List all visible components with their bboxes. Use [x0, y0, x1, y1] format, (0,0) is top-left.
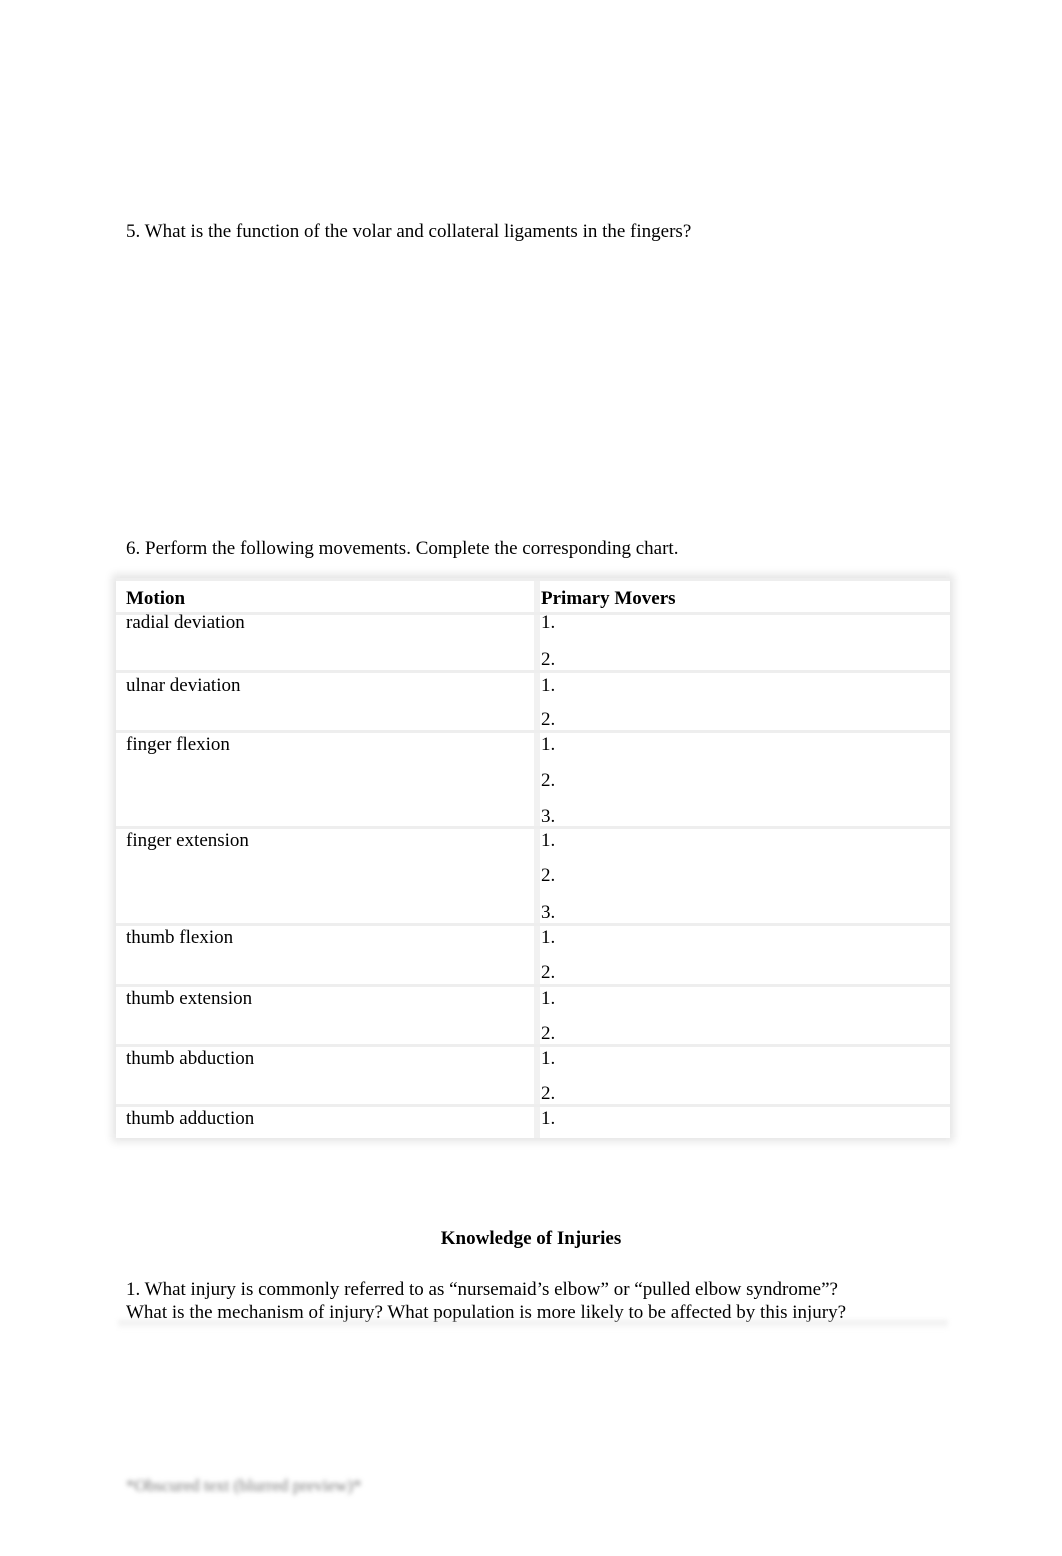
mover-line: 1.: [541, 734, 556, 755]
mover-line: 1.: [541, 988, 556, 1009]
table-row: thumb extension 1. 2.: [116, 984, 950, 1047]
mover-line: 2.: [541, 962, 556, 983]
table-row: finger extension 1. 2. 3.: [116, 826, 950, 926]
injury-question-1-line-1: 1. What injury is commonly referred to a…: [126, 1279, 838, 1300]
mover-line: 3.: [541, 806, 556, 827]
mover-line: 1.: [541, 612, 556, 633]
mover-line: 1.: [541, 1048, 556, 1069]
motion-cell: ulnar deviation: [126, 675, 241, 696]
mover-line: 2.: [541, 709, 556, 730]
mover-line: 1.: [541, 1108, 556, 1129]
mover-line: 2.: [541, 865, 556, 886]
motion-cell: finger extension: [126, 830, 249, 851]
table-row: thumb abduction 1. 2.: [116, 1044, 950, 1107]
blur-divider: [118, 1320, 948, 1330]
motion-cell: thumb adduction: [126, 1108, 255, 1129]
table-row: finger flexion 1. 2. 3.: [116, 730, 950, 829]
table-row: thumb adduction 1.: [116, 1104, 950, 1141]
mover-line: 3.: [541, 902, 556, 923]
table-row: thumb flexion 1. 2.: [116, 923, 950, 987]
motion-cell: thumb flexion: [126, 927, 234, 948]
header-motion: Motion: [126, 588, 186, 609]
mover-line: 2.: [541, 1023, 556, 1044]
motion-cell: radial deviation: [126, 612, 245, 633]
section-title-knowledge-of-injuries: Knowledge of Injuries: [440, 1228, 622, 1249]
question-6: 6. Perform the following movements. Comp…: [126, 538, 679, 559]
mover-line: 1.: [541, 830, 556, 851]
header-primary-movers: Primary Movers: [541, 588, 676, 609]
motion-cell: thumb extension: [126, 988, 253, 1009]
mover-line: 1.: [541, 927, 556, 948]
question-5: 5. What is the function of the volar and…: [126, 221, 692, 242]
table-row: radial deviation 1. 2.: [116, 612, 950, 673]
blurred-text: *Obscured text (blurred preview)*: [126, 1476, 362, 1495]
mover-line: 1.: [541, 675, 556, 696]
mover-line: 2.: [541, 649, 556, 670]
mover-line: 2.: [541, 770, 556, 791]
chart-header-row: Motion Primary Movers: [116, 578, 950, 615]
table-row: ulnar deviation 1. 2.: [116, 670, 950, 733]
motion-cell: finger flexion: [126, 734, 230, 755]
movements-chart: Motion Primary Movers radial deviation 1…: [116, 578, 950, 1138]
mover-line: 2.: [541, 1083, 556, 1104]
motion-cell: thumb abduction: [126, 1048, 255, 1069]
